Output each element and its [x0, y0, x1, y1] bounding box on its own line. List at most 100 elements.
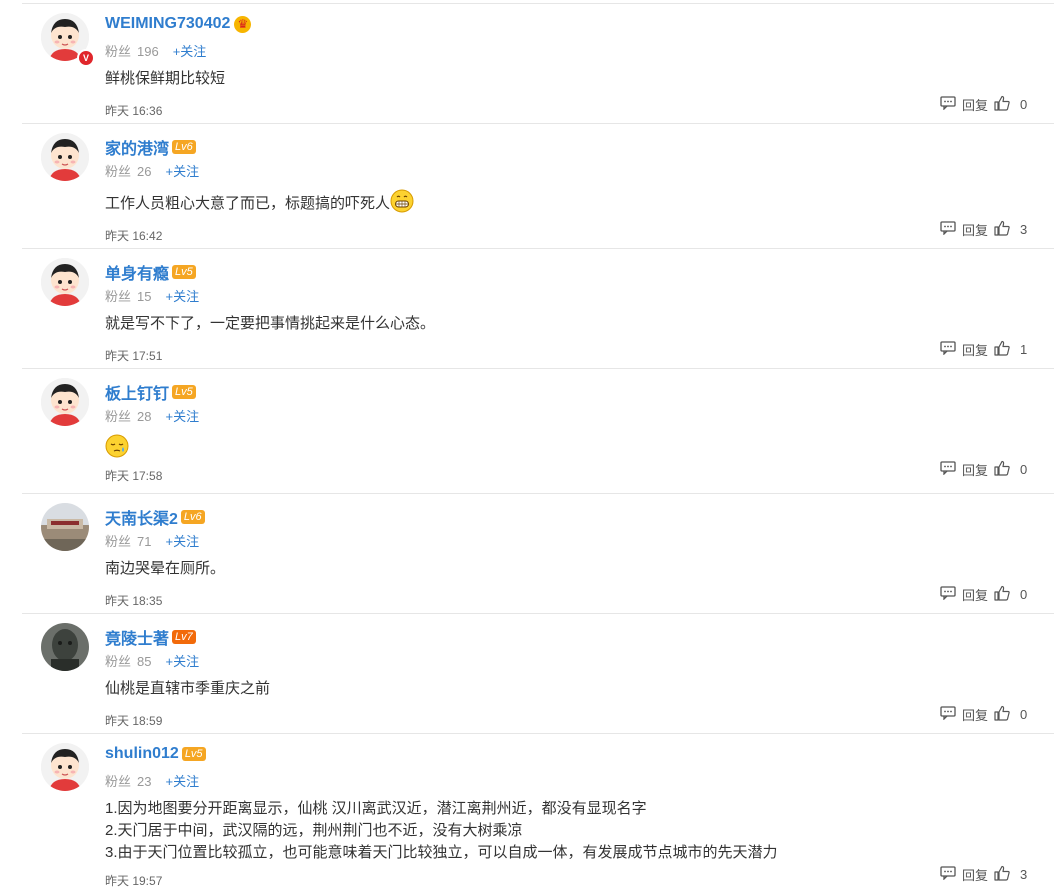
fans-label: 粉丝	[105, 409, 132, 424]
level-badge: Lv5	[172, 265, 196, 279]
comment-actions: 回复 1	[940, 340, 1027, 359]
comment-actions: 回复 0	[940, 705, 1027, 724]
reply-icon[interactable]	[940, 96, 956, 113]
reply-icon[interactable]	[940, 461, 956, 478]
comment-time: 昨天 19:57	[105, 874, 163, 888]
fans-row: 粉丝 85 +关注	[105, 651, 199, 670]
comment-time: 昨天 16:36	[105, 104, 163, 118]
thumbs-up-icon[interactable]	[994, 220, 1010, 239]
reply-button[interactable]: 回复	[962, 223, 988, 238]
username-row: 竟陵士著 Lv7	[105, 625, 196, 649]
fans-row: 粉丝 28 +关注	[105, 406, 199, 425]
like-count: 3	[1020, 867, 1028, 882]
reply-button[interactable]: 回复	[962, 343, 988, 358]
comment-list: V WEIMING730402 ♛ 粉丝 196 +关注 鲜桃保鲜期比较短 昨天 16…	[0, 0, 1054, 890]
username-row: 板上钉钉 Lv5	[105, 380, 196, 404]
comment-text	[105, 434, 129, 458]
comment-time: 昨天 17:51	[105, 349, 163, 363]
like-count: 3	[1020, 222, 1028, 237]
username-link[interactable]: shulin012	[105, 745, 179, 762]
comment-text: 就是写不下了，一定要把事情挑起来是什么心态。	[105, 314, 435, 336]
like-count: 0	[1020, 462, 1028, 477]
comment-text-line: 2.天门居于中间，武汉隔的远，荆州荆门也不近，没有大树乘凉	[105, 822, 523, 840]
thumbs-up-icon[interactable]	[994, 705, 1010, 724]
avatar[interactable]	[41, 378, 89, 426]
username-link[interactable]: 家的港湾	[105, 141, 169, 158]
comment-text: 1.因为地图要分开距离显示，仙桃 汉川离武汉近，潜江离荆州近，都没有显现名字 2.…	[105, 799, 778, 865]
comment-text: 仙桃是直辖市季重庆之前	[105, 679, 270, 701]
avatar[interactable]	[41, 623, 89, 671]
fans-label: 粉丝	[105, 774, 132, 789]
username-link[interactable]: 竟陵士著	[105, 631, 169, 648]
username-link[interactable]: WEIMING730402	[105, 15, 230, 32]
follow-button[interactable]: +关注	[165, 654, 199, 669]
level-badge: Lv6	[180, 510, 205, 524]
comment-actions: 回复 0	[940, 460, 1027, 479]
username-row: 单身有瘾 Lv5	[105, 260, 196, 284]
follow-button[interactable]: +关注	[165, 774, 199, 789]
follow-button[interactable]: +关注	[173, 44, 207, 59]
avatar[interactable]	[41, 743, 89, 791]
username-row: shulin012 Lv5	[105, 745, 206, 763]
comment-text-line: 仙桃是直辖市季重庆之前	[105, 680, 271, 698]
comment-actions: 回复 0	[940, 585, 1027, 604]
reply-button[interactable]: 回复	[962, 98, 988, 113]
reply-icon[interactable]	[940, 221, 956, 238]
reply-button[interactable]: 回复	[962, 708, 988, 723]
comment-actions: 回复 0	[940, 95, 1027, 114]
thumbs-up-icon[interactable]	[994, 585, 1010, 604]
comment-time: 昨天 17:58	[105, 469, 163, 483]
avatar[interactable]	[41, 503, 89, 551]
reply-button[interactable]: 回复	[962, 868, 988, 883]
username-row: WEIMING730402 ♛	[105, 15, 252, 33]
username-link[interactable]: 板上钉钉	[105, 386, 169, 403]
thumbs-up-icon[interactable]	[994, 95, 1010, 114]
follow-button[interactable]: +关注	[165, 164, 199, 179]
verified-badge: V	[77, 49, 95, 67]
fans-count: 85	[137, 654, 152, 669]
avatar[interactable]	[41, 133, 89, 181]
level-badge: Lv7	[172, 630, 196, 644]
reply-icon[interactable]	[940, 866, 956, 883]
crown-icon: ♛	[234, 15, 252, 33]
comment-text: 鲜桃保鲜期比较短	[105, 69, 225, 91]
fans-count: 15	[137, 289, 152, 304]
comment-time: 昨天 18:35	[105, 594, 163, 608]
follow-button[interactable]: +关注	[165, 289, 199, 304]
fans-row: 粉丝 23 +关注	[105, 771, 199, 790]
avatar[interactable]	[41, 258, 89, 306]
comment-item: shulin012 Lv5 粉丝 23 +关注 1.因为地图要分开距离显示，仙桃 汉川…	[22, 733, 1054, 891]
fans-row: 粉丝 26 +关注	[105, 161, 199, 180]
like-count: 0	[1020, 707, 1028, 722]
fans-label: 粉丝	[105, 44, 132, 59]
follow-button[interactable]: +关注	[165, 409, 199, 424]
grin-emoji-icon	[390, 189, 414, 219]
thumbs-up-icon[interactable]	[994, 340, 1010, 359]
thumbs-up-icon[interactable]	[994, 460, 1010, 479]
fans-label: 粉丝	[105, 534, 132, 549]
comment-actions: 回复 3	[940, 865, 1027, 884]
comment-text: 工作人员粗心大意了而已，标题搞的吓死人	[105, 189, 414, 213]
reply-button[interactable]: 回复	[962, 588, 988, 603]
comment-text-line: 南边哭晕在厕所。	[105, 560, 226, 578]
username-link[interactable]: 天南长渠2	[105, 511, 178, 528]
follow-button[interactable]: +关注	[165, 534, 199, 549]
comment-text-line: 就是写不下了，一定要把事情挑起来是什么心态。	[105, 315, 436, 333]
like-count: 0	[1020, 587, 1028, 602]
username-row: 天南长渠2 Lv6	[105, 505, 205, 529]
comment-item: 单身有瘾 Lv5 粉丝 15 +关注 就是写不下了，一定要把事情挑起来是什么心态。 昨…	[22, 248, 1054, 369]
reply-icon[interactable]	[940, 706, 956, 723]
comment-text-line: 3.由于天门位置比较孤立，也可能意味着天门比较独立，可以自成一体，有发展成节点城…	[105, 844, 778, 862]
reply-icon[interactable]	[940, 341, 956, 358]
fans-count: 28	[137, 409, 152, 424]
level-badge: Lv5	[172, 385, 196, 399]
reply-button[interactable]: 回复	[962, 463, 988, 478]
comment-actions: 回复 3	[940, 220, 1027, 239]
username-row: 家的港湾 Lv6	[105, 135, 196, 159]
thumbs-up-icon[interactable]	[994, 865, 1010, 884]
comment-text-line: 工作人员粗心大意了而已，标题搞的吓死人	[105, 195, 391, 212]
fans-label: 粉丝	[105, 654, 132, 669]
username-link[interactable]: 单身有瘾	[105, 266, 169, 283]
reply-icon[interactable]	[940, 586, 956, 603]
fans-row: 粉丝 15 +关注	[105, 286, 199, 305]
